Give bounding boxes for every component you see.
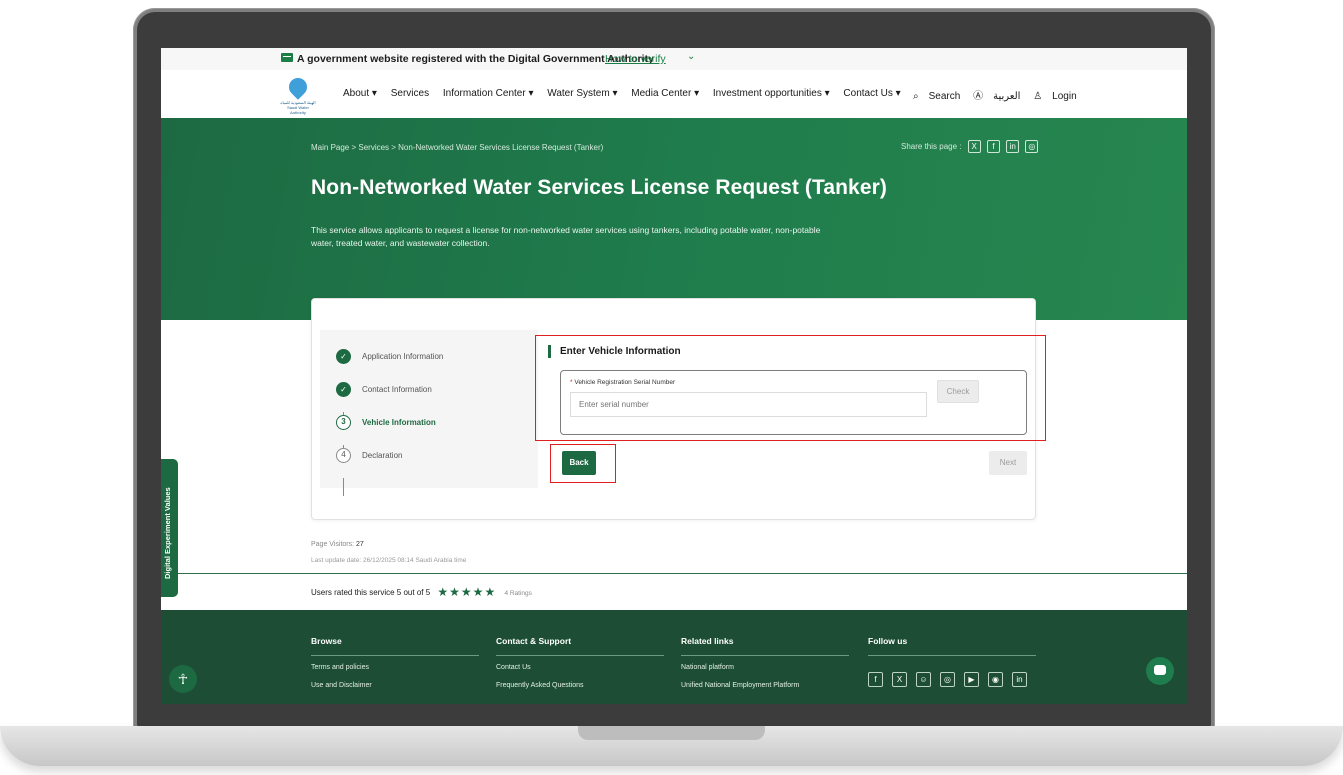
language-icon[interactable]: Ⓐ [973, 91, 983, 102]
digital-experiment-values-tab[interactable]: Digital Experiment Values [161, 459, 178, 597]
nav-media-center[interactable]: Media Center ▾ [631, 88, 699, 99]
page-visitors: Page Visitors: 27 [311, 541, 364, 548]
stepper-connector [343, 478, 344, 496]
nav-contact-us[interactable]: Contact Us ▾ [843, 88, 900, 99]
footer-link[interactable]: Unified National Employment Platform [681, 682, 849, 689]
service-rating: Users rated this service 5 out of 5 ★★★★… [311, 585, 532, 599]
footer-link[interactable]: National platform [681, 664, 849, 671]
nav-information-center[interactable]: Information Center ▾ [443, 88, 534, 99]
social-icons: f X ☺ ◎ ▶ ◉ in [868, 669, 1036, 687]
language-switch[interactable]: العربية [993, 91, 1020, 102]
breadcrumb[interactable]: Main Page > Services > Non-Networked Wat… [311, 143, 603, 152]
instagram-icon[interactable]: ◎ [940, 672, 955, 687]
footer-heading: Related links [681, 636, 734, 646]
footer-heading: Contact & Support [496, 636, 572, 646]
site-footer: Browse Terms and policies Use and Discla… [161, 610, 1187, 704]
step-label: Declaration [362, 451, 403, 460]
how-to-verify-link[interactable]: How to verify [605, 53, 666, 65]
footer-divider [311, 655, 479, 656]
step-label: Contact Information [362, 385, 432, 394]
footer-link[interactable]: Frequently Asked Questions [496, 682, 664, 689]
nav-water-system[interactable]: Water System ▾ [547, 88, 617, 99]
page-description: This service allows applicants to reques… [311, 225, 821, 248]
page-hero: Main Page > Services > Non-Networked Wat… [161, 118, 1187, 320]
nav-services[interactable]: Services [391, 88, 429, 99]
step-label: Vehicle Information [362, 418, 436, 427]
youtube-icon[interactable]: ▶ [964, 672, 979, 687]
saudi-water-authority-logo[interactable]: الهيئة السعودية للمياه Saudi Water Autho… [279, 74, 317, 115]
check-icon: ✓ [336, 349, 351, 364]
search-button[interactable]: Search [929, 91, 961, 102]
chat-icon[interactable] [1146, 657, 1174, 685]
nav-about[interactable]: About ▾ [343, 88, 377, 99]
footer-divider [681, 655, 849, 656]
footer-related-links: Related links National platform Unified … [681, 636, 849, 700]
gov-registration-text: A government website registered with the… [297, 53, 654, 65]
footer-follow-us: Follow us [868, 636, 1036, 664]
chevron-down-icon[interactable]: ⌄ [687, 51, 695, 62]
highlight-back-button-box [550, 444, 616, 483]
screenshot-stage: A government website registered with the… [0, 0, 1343, 775]
login-button[interactable]: Login [1052, 91, 1076, 102]
next-button[interactable]: Next [989, 451, 1027, 475]
footer-divider [496, 655, 664, 656]
linkedin-share-icon[interactable]: in [1006, 140, 1020, 153]
ratings-count: 4 Ratings [504, 590, 532, 597]
rating-text: Users rated this service 5 out of 5 [311, 588, 431, 597]
snapchat-icon[interactable]: ☺ [916, 672, 931, 687]
page-title: Non-Networked Water Services License Req… [311, 176, 887, 199]
footer-heading: Browse [311, 636, 342, 646]
share-bar: Share this page : X f in ◎ [901, 140, 1039, 153]
facebook-icon[interactable]: f [868, 672, 883, 687]
visitors-label: Page Visitors: [311, 541, 355, 548]
header-actions: ⌕ Search Ⓐ العربية ♙ Login [913, 87, 1087, 102]
gov-verification-bar: A government website registered with the… [161, 48, 1187, 70]
browser-screen: A government website registered with the… [161, 48, 1187, 704]
main-nav: About ▾ Services Information Center ▾ Wa… [343, 88, 912, 99]
footer-link[interactable]: Contact Us [496, 664, 664, 671]
share-label: Share this page : [901, 142, 962, 151]
check-icon: ✓ [336, 382, 351, 397]
star-icons[interactable]: ★★★★★ [437, 585, 496, 599]
footer-divider [868, 655, 1036, 656]
footer-heading: Follow us [868, 636, 908, 646]
footer-link[interactable]: Use and Disclaimer [311, 682, 479, 689]
footer-contact-support: Contact & Support Contact Us Frequently … [496, 636, 664, 700]
whatsapp-icon[interactable]: ◉ [988, 672, 1003, 687]
footer-browse: Browse Terms and policies Use and Discla… [311, 636, 479, 700]
x-icon[interactable]: X [892, 672, 907, 687]
site-header: الهيئة السعودية للمياه Saudi Water Autho… [161, 70, 1187, 118]
step-number: 4 [336, 448, 351, 463]
divider [161, 573, 1187, 574]
x-share-icon[interactable]: X [967, 140, 981, 153]
side-tab-label: Digital Experiment Values [163, 487, 172, 579]
step-number: 3 [336, 415, 351, 430]
footer-link[interactable]: Terms and policies [311, 664, 479, 671]
last-update-date: Last update date: 26/12/2025 08:14 Saudi… [311, 557, 467, 564]
visitors-count: 27 [356, 541, 364, 548]
facebook-share-icon[interactable]: f [986, 140, 1000, 153]
logo-text: الهيئة السعودية للمياه Saudi Water Autho… [280, 100, 316, 115]
saudi-flag-icon [281, 53, 293, 62]
accessibility-icon[interactable]: ☥ [169, 665, 197, 693]
whatsapp-share-icon[interactable]: ◎ [1025, 140, 1039, 153]
water-drop-icon [285, 74, 311, 100]
linkedin-icon[interactable]: in [1012, 672, 1027, 687]
highlight-vehicle-info-box [535, 335, 1046, 441]
user-icon[interactable]: ♙ [1033, 91, 1042, 102]
step-label: Application Information [362, 352, 444, 361]
nav-investment-opportunities[interactable]: Investment opportunities ▾ [713, 88, 830, 99]
laptop-notch [578, 726, 765, 740]
search-icon[interactable]: ⌕ [913, 91, 919, 102]
